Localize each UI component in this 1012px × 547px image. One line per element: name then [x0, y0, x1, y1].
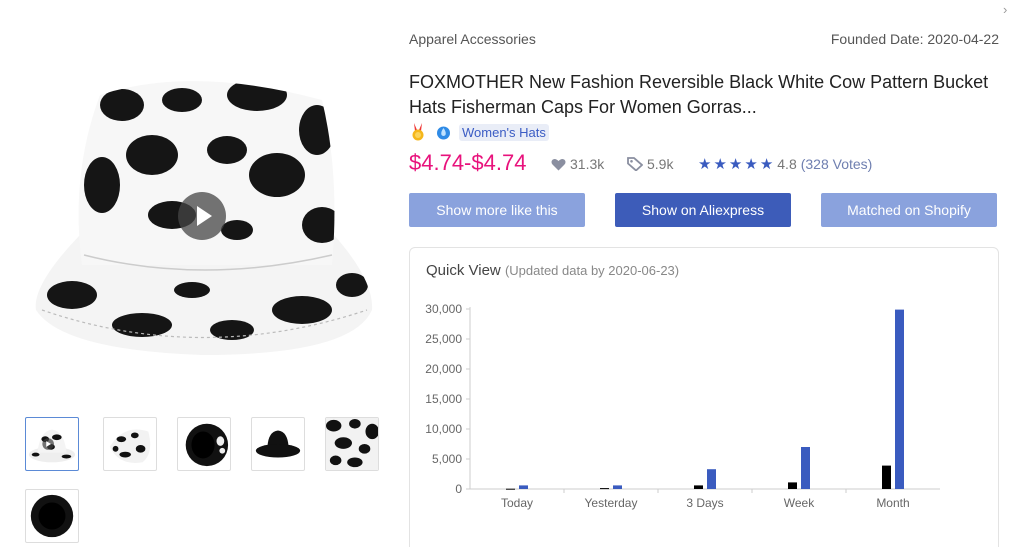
likes-count: 31.3k: [570, 156, 605, 172]
y-tick-label: 30,000: [425, 302, 462, 316]
bar-black-series: [882, 465, 891, 489]
medal-icon: [412, 123, 424, 141]
y-tick-label: 5,000: [432, 452, 462, 466]
x-tick-label: Month: [876, 496, 909, 510]
bar-black-series: [600, 488, 609, 490]
quick-view-chart: 0 5,000 10,000 15,000 20,000 25,000 30,000 Toda…: [425, 302, 940, 510]
thumbnail-3[interactable]: [177, 417, 231, 471]
tag-icon: [627, 157, 643, 171]
category-tag[interactable]: Women's Hats: [459, 123, 549, 141]
votes-count: (328 Votes): [800, 156, 873, 172]
bar-black-series: [506, 488, 515, 490]
y-tick-label: 25,000: [425, 332, 462, 346]
rating-stars: ★ ★ ★ ★ ★ 4.8 (328 Votes): [698, 155, 872, 173]
flame-icon: [437, 126, 450, 139]
bar-blue-series: [895, 309, 904, 489]
star-icon: ★: [728, 156, 743, 173]
y-tick-label: 20,000: [425, 362, 462, 376]
price-range: $4.74-$4.74: [409, 150, 527, 175]
star-icon: ★: [759, 156, 774, 173]
x-tick-label: Yesterday: [585, 496, 638, 510]
x-tick-label: Week: [784, 496, 815, 510]
matched-on-shopify-button[interactable]: Matched on Shopify: [821, 193, 997, 227]
x-tick-label: 3 Days: [686, 496, 723, 510]
bar-black-series: [788, 482, 797, 489]
show-more-like-this-button[interactable]: Show more like this: [409, 193, 585, 227]
heart-icon: [551, 158, 566, 170]
thumbnail-2[interactable]: [103, 417, 157, 471]
product-title: FOXMOTHER New Fashion Reversible Black W…: [409, 72, 989, 117]
bar-blue-series: [519, 485, 528, 489]
founded-date: Founded Date: 2020-04-22: [830, 31, 999, 47]
badges-row: Women's Hats: [410, 122, 549, 142]
y-tick-label: 15,000: [425, 392, 462, 406]
star-icon: ★: [698, 156, 712, 173]
star-icon: ★: [744, 156, 758, 173]
close-chevron-icon[interactable]: ›: [1003, 2, 1007, 17]
x-tick-label: Today: [501, 496, 533, 510]
thumbnail-1[interactable]: [25, 417, 79, 471]
quick-view-panel: Quick View (Updated data by 2020-06-23) …: [409, 247, 999, 547]
show-on-aliexpress-button[interactable]: Show on Aliexpress: [615, 193, 791, 227]
y-tick-label: 10,000: [425, 422, 462, 436]
orders-count: 5.9k: [647, 156, 674, 172]
product-category: Apparel Accessories: [409, 31, 536, 47]
thumbnail-5[interactable]: [325, 417, 379, 471]
play-video-button[interactable]: [178, 192, 226, 240]
orders-stat: 5.9k: [627, 156, 673, 172]
star-icon: ★: [713, 156, 727, 173]
bar-blue-series: [613, 485, 622, 489]
bar-blue-series: [801, 447, 810, 489]
bar-black-series: [694, 485, 703, 489]
rating-value: 4.8: [777, 156, 797, 172]
thumbnail-4[interactable]: [251, 417, 305, 471]
bar-blue-series: [707, 469, 716, 489]
likes-stat: 31.3k: [551, 156, 604, 172]
y-tick-label: 0: [455, 482, 462, 496]
thumbnail-6[interactable]: [25, 489, 79, 543]
